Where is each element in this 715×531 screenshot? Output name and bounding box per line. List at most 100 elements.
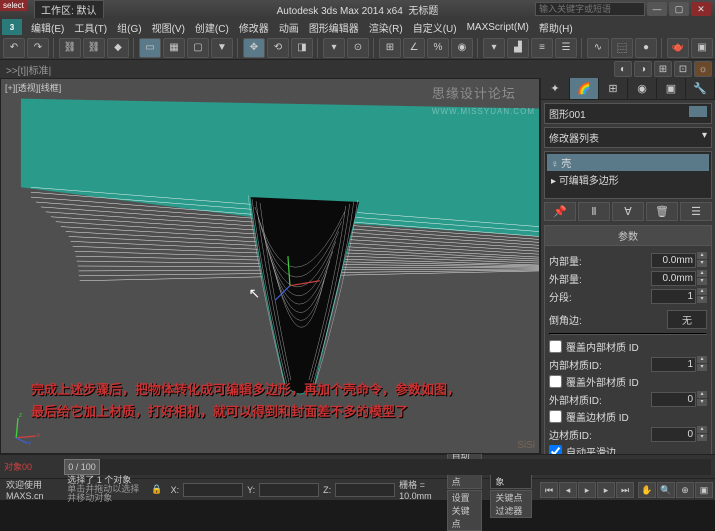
layer-button[interactable]: ☰ bbox=[555, 38, 577, 58]
lock-icon[interactable]: 🔒 bbox=[147, 484, 166, 495]
menu-group[interactable]: 组(G) bbox=[112, 20, 146, 35]
angle-snap-button[interactable]: ∠ bbox=[403, 38, 425, 58]
tab-hierarchy[interactable]: ⊞ bbox=[599, 78, 628, 99]
coord-y-input[interactable] bbox=[259, 483, 319, 497]
align-button[interactable]: ≡ bbox=[531, 38, 553, 58]
menu-modifier[interactable]: 修改器 bbox=[234, 20, 274, 35]
time-slider[interactable]: 0 / 100 bbox=[64, 459, 100, 475]
viewport-label[interactable]: [+][透视][线框] bbox=[5, 81, 61, 94]
override-edge-check[interactable] bbox=[549, 410, 562, 423]
coord-z-input[interactable] bbox=[335, 483, 395, 497]
override-outer-check[interactable] bbox=[549, 375, 562, 388]
prev-frame-button[interactable]: ◂ bbox=[559, 482, 577, 498]
tab-modify[interactable]: 🌈 bbox=[570, 78, 599, 99]
stack-pin-button[interactable]: 📌 bbox=[544, 202, 576, 221]
ribbon-btn-4[interactable]: ⊡ bbox=[674, 61, 692, 77]
mirror-button[interactable]: ▟ bbox=[507, 38, 529, 58]
menu-render[interactable]: 渲染(R) bbox=[364, 20, 408, 35]
object-name-field[interactable]: 图形001 bbox=[544, 103, 712, 124]
rollout-params[interactable]: 参数 bbox=[544, 225, 712, 246]
nav-zoom-button[interactable]: 🔍 bbox=[657, 482, 675, 498]
key-filter[interactable]: 关键点过滤器 bbox=[490, 490, 532, 518]
nav-orbit-button[interactable]: ⊕ bbox=[676, 482, 694, 498]
auto-smooth-check[interactable] bbox=[549, 445, 562, 454]
nav-max-button[interactable]: ▣ bbox=[695, 482, 713, 498]
modifier-stack[interactable]: ♀ 壳 ▸ 可编辑多边形 bbox=[544, 151, 712, 199]
tab-display[interactable]: ▣ bbox=[657, 78, 686, 99]
app-logo[interactable]: 3 bbox=[2, 19, 22, 35]
percent-snap-button[interactable]: % bbox=[427, 38, 449, 58]
outer-id-input[interactable] bbox=[651, 392, 696, 407]
select-button[interactable]: ▭ bbox=[139, 38, 161, 58]
play-button[interactable]: ▸ bbox=[578, 482, 596, 498]
time-ruler[interactable]: 0 / 100 bbox=[64, 459, 711, 475]
segments-input[interactable] bbox=[651, 289, 696, 304]
inner-id-input[interactable] bbox=[651, 357, 696, 372]
spinner-snap-button[interactable]: ◉ bbox=[451, 38, 473, 58]
ribbon-tab[interactable]: >>[t]|标准| bbox=[2, 62, 55, 77]
viewport-perspective[interactable]: [+][透视][线框] bbox=[0, 78, 540, 454]
curve-editor-button[interactable]: ∿ bbox=[587, 38, 609, 58]
help-search[interactable] bbox=[535, 2, 645, 16]
named-sel-button[interactable]: ▾ bbox=[483, 38, 505, 58]
schematic-button[interactable]: ⿳ bbox=[611, 38, 633, 58]
filter-button[interactable]: ▼ bbox=[211, 38, 233, 58]
menu-custom[interactable]: 自定义(U) bbox=[408, 20, 462, 35]
menu-tools[interactable]: 工具(T) bbox=[69, 20, 112, 35]
pivot-button[interactable]: ⊙ bbox=[347, 38, 369, 58]
tab-utility[interactable]: 🔧 bbox=[686, 78, 715, 99]
stack-show-button[interactable]: Ⅱ bbox=[578, 202, 610, 221]
menu-anim[interactable]: 动画 bbox=[274, 20, 304, 35]
goto-end-button[interactable]: ⏭ bbox=[616, 482, 634, 498]
link-button[interactable]: ⛓ bbox=[59, 38, 81, 58]
inner-amount-input[interactable] bbox=[651, 253, 696, 268]
menu-create[interactable]: 创建(C) bbox=[190, 20, 234, 35]
outer-amount-input[interactable] bbox=[651, 271, 696, 286]
ribbon-btn-1[interactable]: ◐ bbox=[614, 61, 632, 77]
close-button[interactable]: ✕ bbox=[691, 2, 711, 16]
stack-remove-button[interactable]: 🗑 bbox=[646, 202, 678, 221]
setkey-button[interactable]: 设置关键点 bbox=[447, 490, 483, 531]
max-button[interactable]: ▢ bbox=[669, 2, 689, 16]
redo-button[interactable]: ↷ bbox=[27, 38, 49, 58]
menu-script[interactable]: MAXScript(M) bbox=[462, 22, 534, 33]
next-frame-button[interactable]: ▸ bbox=[597, 482, 615, 498]
edge-id-input[interactable] bbox=[651, 427, 696, 442]
modifier-list-dropdown[interactable]: 修改器列表▾ bbox=[544, 127, 712, 148]
menu-graph[interactable]: 图形编辑器 bbox=[304, 20, 364, 35]
material-button[interactable]: ● bbox=[635, 38, 657, 58]
timeline[interactable]: 对象00 0 / 100 bbox=[0, 454, 715, 478]
stack-unique-button[interactable]: ∀ bbox=[612, 202, 644, 221]
render-frame-button[interactable]: ▣ bbox=[691, 38, 713, 58]
coord-x-input[interactable] bbox=[183, 483, 243, 497]
ribbon-btn-3[interactable]: ⊞ bbox=[654, 61, 672, 77]
workspace-selector[interactable]: 工作区: 默认 bbox=[34, 0, 104, 19]
svg-text:y: y bbox=[28, 440, 32, 445]
select-region-button[interactable]: ▢ bbox=[187, 38, 209, 58]
scale-button[interactable]: ◨ bbox=[291, 38, 313, 58]
tab-create[interactable]: ✦ bbox=[541, 78, 570, 99]
nav-pan-button[interactable]: ✋ bbox=[638, 482, 656, 498]
spinner-up[interactable]: ▴ bbox=[697, 252, 707, 259]
move-button[interactable]: ✥ bbox=[243, 38, 265, 58]
menu-edit[interactable]: 编辑(E) bbox=[26, 20, 69, 35]
menu-view[interactable]: 视图(V) bbox=[147, 20, 190, 35]
render-setup-button[interactable]: 🫖 bbox=[667, 38, 689, 58]
override-inner-check[interactable] bbox=[549, 340, 562, 353]
bind-button[interactable]: ◆ bbox=[107, 38, 129, 58]
ribbon-btn-2[interactable]: ◑ bbox=[634, 61, 652, 77]
select-name-button[interactable]: ▦ bbox=[163, 38, 185, 58]
unlink-button[interactable]: ⛓ bbox=[83, 38, 105, 58]
snap-button[interactable]: ⊞ bbox=[379, 38, 401, 58]
spinner-down[interactable]: ▾ bbox=[697, 260, 707, 267]
menu-help[interactable]: 帮助(H) bbox=[534, 20, 578, 35]
stack-config-button[interactable]: ☰ bbox=[680, 202, 712, 221]
refcoord-button[interactable]: ▾ bbox=[323, 38, 345, 58]
ribbon-btn-5[interactable]: ☼ bbox=[694, 61, 712, 77]
min-button[interactable]: — bbox=[647, 2, 667, 16]
tab-motion[interactable]: ◉ bbox=[628, 78, 657, 99]
bevel-value[interactable]: 无 bbox=[667, 310, 707, 329]
undo-button[interactable]: ↶ bbox=[3, 38, 25, 58]
goto-start-button[interactable]: ⏮ bbox=[540, 482, 558, 498]
rotate-button[interactable]: ⟲ bbox=[267, 38, 289, 58]
